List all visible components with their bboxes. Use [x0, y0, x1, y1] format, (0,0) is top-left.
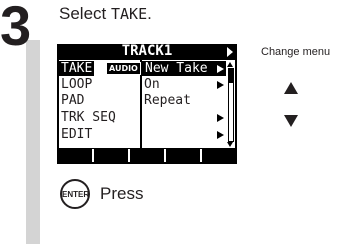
menu-row-edit[interactable]: EDIT — [59, 127, 235, 142]
menu-row-loop[interactable]: LOOP On — [59, 77, 235, 92]
menu-row-label: TAKE — [59, 61, 95, 76]
lcd-screen: TRACK1 TAKE AUDIO New Take LOOP On PAD R… — [57, 44, 237, 164]
function-key-5[interactable] — [202, 149, 235, 162]
menu-row-pad[interactable]: PAD Repeat — [59, 93, 235, 108]
scroll-down-icon — [227, 142, 233, 147]
step-heading: Select TAKE. — [59, 3, 152, 25]
menu-row-trk-seq[interactable]: TRK SEQ — [59, 110, 235, 125]
scroll-track — [228, 68, 234, 142]
submenu-arrow-icon — [217, 65, 224, 73]
menu-row-label: TRK SEQ — [61, 110, 116, 125]
function-key-2[interactable] — [94, 149, 128, 162]
menu-row-value: New Take — [142, 61, 226, 76]
lcd-title-bar: TRACK1 — [57, 44, 237, 59]
scroll-up-icon — [227, 62, 233, 67]
enter-button[interactable]: ENTER — [60, 179, 90, 209]
menu-row-label: PAD — [61, 93, 85, 108]
triangle-down-icon[interactable] — [284, 115, 298, 127]
title-arrow-right-icon — [227, 47, 233, 57]
triangle-up-icon[interactable] — [284, 82, 298, 94]
step-side-bar — [26, 40, 40, 244]
change-menu-label: Change menu — [261, 46, 331, 58]
submenu-arrow-icon — [217, 114, 224, 122]
submenu-arrow-icon — [217, 131, 224, 139]
heading-suffix: . — [147, 4, 152, 23]
audio-badge: AUDIO — [106, 62, 141, 75]
function-key-4[interactable] — [166, 149, 200, 162]
lcd-menu: TAKE AUDIO New Take LOOP On PAD Repeat T… — [59, 60, 235, 148]
lcd-title: TRACK1 — [121, 43, 173, 59]
menu-scrollbar[interactable] — [227, 62, 234, 147]
press-label: Press — [100, 184, 144, 203]
function-key-row — [59, 149, 235, 162]
scroll-thumb — [229, 69, 233, 83]
menu-row-value: Repeat — [144, 93, 191, 108]
menu-row-take[interactable]: TAKE AUDIO New Take — [59, 61, 235, 76]
heading-item: TAKE — [110, 5, 148, 23]
function-key-3[interactable] — [130, 149, 164, 162]
menu-row-label: EDIT — [61, 127, 93, 142]
function-key-1[interactable] — [59, 149, 92, 162]
menu-row-label: LOOP — [61, 77, 93, 92]
step-number: 3 — [0, 0, 31, 57]
submenu-arrow-icon — [217, 81, 224, 89]
heading-prefix: Select — [59, 4, 111, 23]
menu-row-value: On — [144, 77, 160, 92]
enter-button-label: ENTER — [62, 190, 90, 199]
